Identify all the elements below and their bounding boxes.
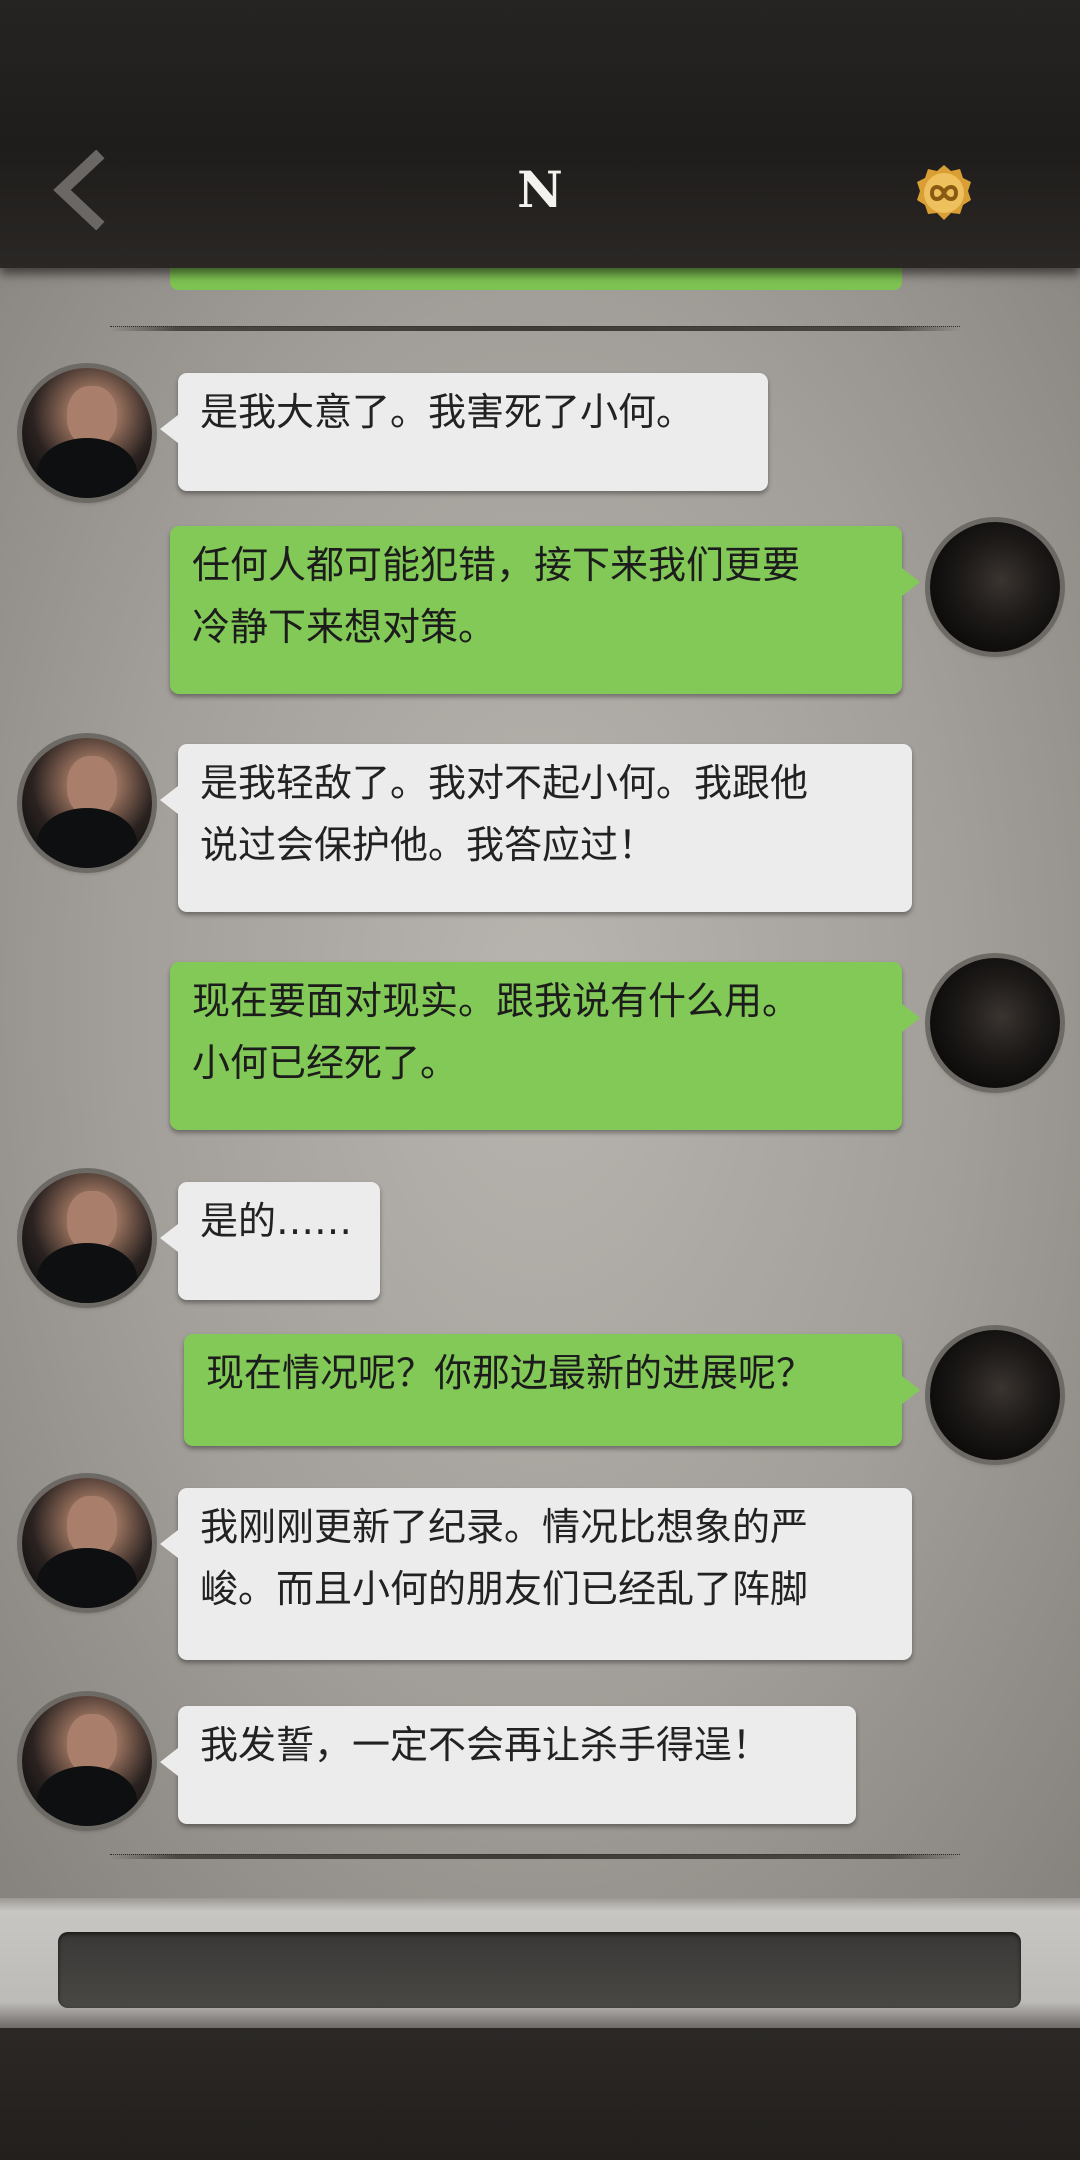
user-avatar[interactable] [930, 522, 1060, 652]
avatar-shirt [37, 1548, 137, 1608]
contact-avatar[interactable] [22, 1173, 152, 1303]
top-bar: N [0, 0, 1080, 268]
message-line: 现在情况呢？你那边最新的进展呢？ [206, 1351, 815, 1395]
message-bubble-contact[interactable]: 我刚刚更新了纪录。情况比想象的严 峻。而且小何的朋友们已经乱了阵脚 [160, 1488, 912, 1660]
input-area [0, 1898, 1080, 2028]
message-input[interactable] [58, 1932, 1021, 2008]
avatar-shirt [37, 808, 137, 868]
bottom-bar [0, 2028, 1080, 2160]
contact-avatar[interactable] [22, 368, 152, 498]
message-line: 是我大意了。我害死了小何。 [200, 390, 695, 434]
message-line: 我刚刚更新了纪录。情况比想象的严 [200, 1505, 809, 1549]
avatar-face [67, 1191, 117, 1251]
user-avatar[interactable] [930, 958, 1060, 1088]
message-bubble-user[interactable]: 任何人都可能犯错，接下来我们更要 冷静下来想对策。 [170, 526, 920, 694]
message-bubble-contact[interactable]: 是的…… [160, 1182, 380, 1300]
message-line: 任何人都可能犯错，接下来我们更要 [192, 543, 801, 587]
infinity-coin-button[interactable] [914, 163, 974, 223]
avatar-face [67, 386, 117, 446]
avatar-shirt [37, 438, 137, 498]
contact-avatar[interactable] [22, 738, 152, 868]
avatar-face [67, 1714, 117, 1774]
divider [110, 326, 960, 331]
message-line: 峻。而且小何的朋友们已经乱了阵脚 [200, 1567, 809, 1611]
message-line: 我发誓，一定不会再让杀手得逞！ [200, 1723, 771, 1767]
message-line: 现在要面对现实。跟我说有什么用。 [192, 979, 801, 1023]
message-line: 是我轻敌了。我对不起小何。我跟他 [200, 761, 809, 805]
infinity-coin-icon [917, 165, 971, 220]
message-line: 说过会保护他。我答应过！ [200, 823, 657, 867]
chat-area[interactable]: 是我大意了。我害死了小何。 任何人都可能犯错，接下来我们更要 冷静下来想对策。 … [0, 268, 1080, 1898]
divider [110, 1854, 960, 1859]
message-line: 冷静下来想对策。 [192, 605, 497, 649]
message-bubble-user[interactable]: 现在情况呢？你那边最新的进展呢？ [184, 1334, 920, 1446]
user-avatar[interactable] [930, 1330, 1060, 1460]
message-bubble-contact[interactable]: 我发誓，一定不会再让杀手得逞！ [160, 1706, 856, 1824]
contact-avatar[interactable] [22, 1696, 152, 1826]
avatar-face [67, 756, 117, 816]
avatar-shirt [37, 1766, 137, 1826]
avatar-shirt [37, 1243, 137, 1303]
message-line: 小何已经死了。 [192, 1041, 459, 1085]
previous-message-edge [170, 268, 902, 290]
message-bubble-contact[interactable]: 是我轻敌了。我对不起小何。我跟他 说过会保护他。我答应过！ [160, 744, 912, 912]
message-bubble-user[interactable]: 现在要面对现实。跟我说有什么用。 小何已经死了。 [170, 962, 920, 1130]
contact-avatar[interactable] [22, 1478, 152, 1608]
message-line: 是的…… [200, 1199, 353, 1243]
message-bubble-contact[interactable]: 是我大意了。我害死了小何。 [160, 373, 768, 491]
avatar-face [67, 1496, 117, 1556]
